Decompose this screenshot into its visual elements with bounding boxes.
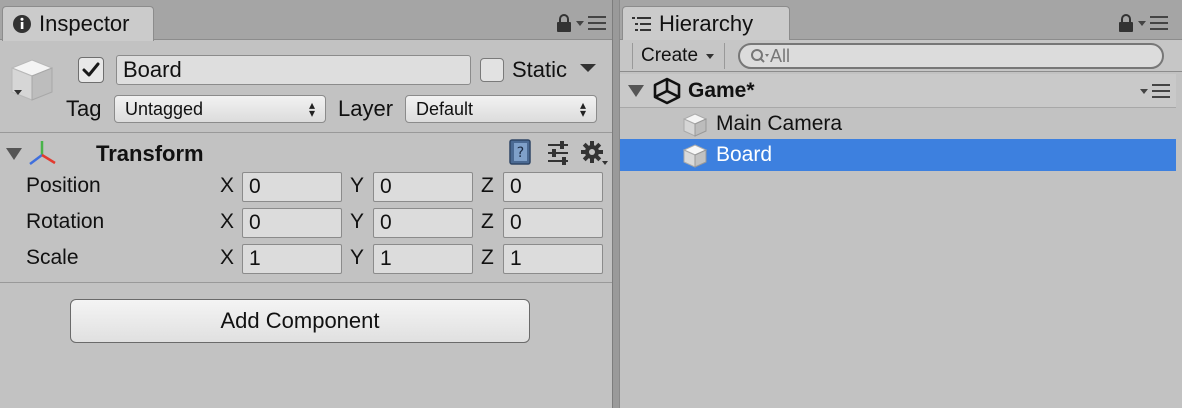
active-checkbox[interactable] (78, 57, 104, 83)
axis-y-label: Y (350, 174, 365, 197)
scale-z-field[interactable]: 1 (503, 244, 603, 274)
tag-label: Tag (66, 96, 102, 121)
axis-z-label: Z (481, 246, 494, 269)
scale-x-field[interactable]: 1 (242, 244, 342, 274)
transform-axes-icon (26, 138, 58, 168)
settings-gear-icon[interactable] (580, 139, 610, 167)
axis-x-label: X (220, 174, 235, 197)
hierarchy-item-board[interactable]: Board (620, 139, 1176, 171)
tab-inspector[interactable]: Inspector (2, 6, 154, 41)
fold-triangle-icon[interactable] (628, 85, 644, 97)
hierarchy-item-main-camera[interactable]: Main Camera (620, 108, 1176, 140)
hierarchy-toolbar: Create All (620, 40, 1182, 72)
svg-text:?: ? (517, 145, 524, 161)
header-separator (0, 132, 612, 133)
scene-menu[interactable] (1140, 84, 1170, 98)
hierarchy-item-label: Main Camera (716, 112, 843, 135)
static-label: Static (512, 57, 568, 82)
rotation-x-field[interactable]: 0 (242, 208, 342, 238)
axis-x-label: X (220, 210, 235, 233)
lock-icon[interactable] (556, 14, 572, 32)
search-input[interactable]: All (738, 43, 1164, 69)
layer-dropdown-value: Default (416, 99, 474, 119)
axis-y-label: Y (350, 210, 365, 233)
component-separator (0, 282, 612, 283)
position-x-field[interactable]: 0 (242, 172, 342, 202)
dropdown-arrows-icon: ▴ ▾ (579, 98, 586, 120)
search-icon (751, 49, 769, 63)
scale-y-field[interactable]: 1 (373, 244, 473, 274)
panel-menu-icon[interactable] (588, 16, 606, 30)
static-checkbox[interactable] (480, 58, 504, 82)
axis-y-label: Y (350, 246, 365, 269)
scale-label: Scale (26, 246, 79, 269)
search-placeholder: All (770, 45, 791, 66)
position-label: Position (26, 174, 101, 197)
tag-dropdown[interactable]: Untagged ▴ ▾ (114, 95, 326, 123)
axis-z-label: Z (481, 210, 494, 233)
rotation-z-field[interactable]: 0 (503, 208, 603, 238)
object-name-field[interactable]: Board (116, 55, 471, 85)
panel-menu-arrow-icon (1138, 20, 1146, 26)
position-z-field[interactable]: 0 (503, 172, 603, 202)
scene-row[interactable]: Game* (620, 74, 1182, 108)
hierarchy-tab-tools (1118, 14, 1168, 32)
inspector-panel: Inspector Board Static Tag Untagged ▴ ▾ L… (0, 0, 612, 408)
hierarchy-tabbar: Hierarchy (620, 0, 1182, 41)
help-book-icon[interactable]: ? (508, 138, 534, 166)
layer-label: Layer (338, 96, 394, 121)
tab-inspector-label: Inspector (39, 11, 130, 36)
panel-menu-icon[interactable] (1150, 16, 1168, 30)
create-label: Create (641, 45, 699, 66)
position-y-field[interactable]: 0 (373, 172, 473, 202)
chevron-down-icon (706, 53, 715, 59)
lock-icon[interactable] (1118, 14, 1134, 32)
checkmark-icon (82, 62, 100, 77)
hierarchy-panel: Hierarchy Create All Game* Main Camera B… (620, 0, 1182, 408)
rotation-y-field[interactable]: 0 (373, 208, 473, 238)
tag-dropdown-value: Untagged (125, 99, 204, 119)
hierarchy-item-label: Board (716, 143, 773, 166)
cube-icon (682, 143, 708, 169)
tab-hierarchy[interactable]: Hierarchy (622, 6, 790, 41)
hierarchy-list-icon (631, 13, 653, 35)
scene-name: Game* (688, 79, 755, 102)
layer-dropdown[interactable]: Default ▴ ▾ (405, 95, 597, 123)
add-component-button[interactable]: Add Component (70, 299, 530, 343)
tab-hierarchy-label: Hierarchy (659, 11, 754, 36)
dropdown-arrows-icon: ▴ ▾ (308, 98, 315, 120)
panel-menu-arrow-icon (576, 20, 584, 26)
cube-icon (682, 112, 708, 138)
panel-divider[interactable] (612, 0, 620, 408)
fold-triangle-icon[interactable] (6, 148, 22, 160)
hierarchy-scrollbar[interactable] (1176, 74, 1182, 408)
scene-menu-arrow-icon (1140, 88, 1148, 94)
info-icon (11, 13, 33, 35)
transform-title: Transform (96, 141, 204, 166)
create-dropdown[interactable]: Create (632, 43, 726, 69)
unity-logo-icon (652, 77, 682, 105)
preset-icon[interactable] (546, 140, 572, 166)
static-dropdown-icon[interactable] (580, 64, 596, 72)
inspector-tabbar: Inspector (0, 0, 612, 41)
axis-x-label: X (220, 246, 235, 269)
rotation-label: Rotation (26, 210, 105, 233)
inspector-tab-tools (556, 14, 606, 32)
axis-z-label: Z (481, 174, 494, 197)
scene-menu-icon (1152, 84, 1170, 98)
gameobject-cube-icon (8, 56, 56, 104)
